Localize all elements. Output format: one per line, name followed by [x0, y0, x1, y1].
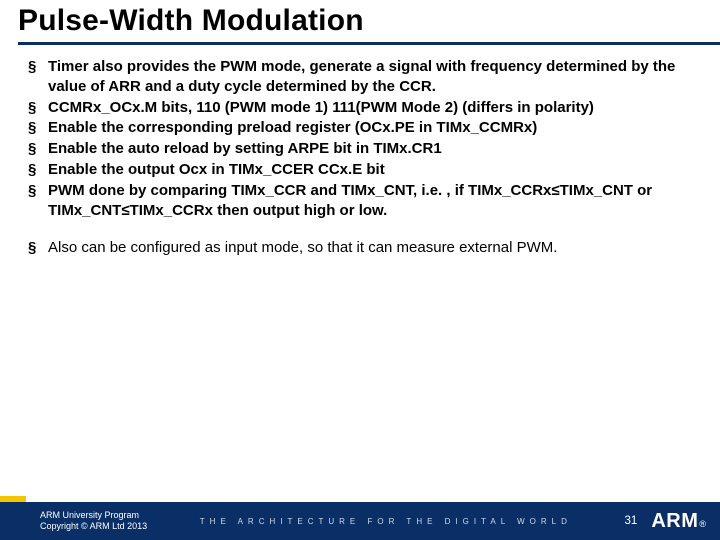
- footer-credits: ARM University Program Copyright © ARM L…: [0, 510, 147, 533]
- bullet-item: Timer also provides the PWM mode, genera…: [28, 57, 692, 97]
- bullet-item: Enable the auto reload by setting ARPE b…: [28, 139, 692, 159]
- bullet-item: Also can be configured as input mode, so…: [28, 238, 692, 258]
- footer-tagline: THE ARCHITECTURE FOR THE DIGITAL WORLD: [147, 517, 624, 526]
- page-number: 31: [625, 515, 638, 527]
- bullet-item: Enable the corresponding preload registe…: [28, 118, 692, 138]
- footer-line2: Copyright © ARM Ltd 2013: [40, 521, 147, 532]
- bullet-list-primary: Timer also provides the PWM mode, genera…: [28, 57, 692, 220]
- bullet-list-secondary: Also can be configured as input mode, so…: [28, 238, 692, 258]
- arm-logo: ARM®: [651, 510, 706, 533]
- registered-icon: ®: [699, 519, 706, 529]
- bullet-item: CCMRx_OCx.M bits, 110 (PWM mode 1) 111(P…: [28, 98, 692, 118]
- footer-bar: ARM University Program Copyright © ARM L…: [0, 502, 720, 540]
- arm-logo-text: ARM: [651, 510, 698, 533]
- slide-title: Pulse-Width Modulation: [18, 4, 720, 38]
- slide: Pulse-Width Modulation Timer also provid…: [0, 0, 720, 540]
- slide-body: Timer also provides the PWM mode, genera…: [0, 45, 720, 540]
- footer-line1: ARM University Program: [40, 510, 147, 521]
- bullet-item: PWM done by comparing TIMx_CCR and TIMx_…: [28, 181, 692, 221]
- title-wrap: Pulse-Width Modulation: [0, 0, 720, 45]
- bullet-item: Enable the output Ocx in TIMx_CCER CCx.E…: [28, 160, 692, 180]
